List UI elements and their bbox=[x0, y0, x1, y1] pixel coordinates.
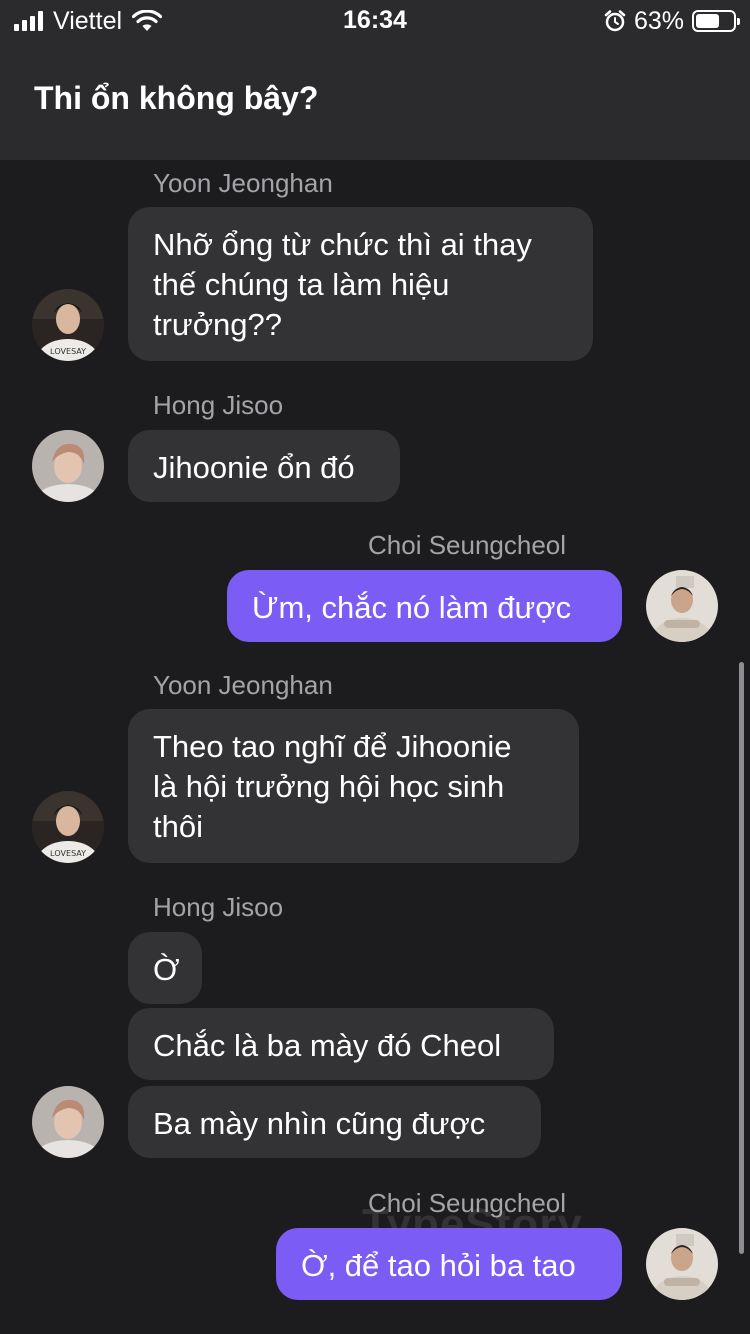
message-bubble[interactable]: Jihoonie ổn đó bbox=[128, 430, 400, 502]
sender-name: Hong Jisoo bbox=[153, 892, 284, 922]
avatar-choi-seungcheol[interactable] bbox=[646, 1228, 718, 1300]
svg-text:ᒪOVESAY: ᒪOVESAY bbox=[50, 849, 86, 858]
scrollbar[interactable] bbox=[739, 662, 744, 1254]
message-bubble[interactable]: Ờ bbox=[128, 932, 202, 1004]
message-text-line: trưởng?? bbox=[153, 307, 282, 342]
avatar-yoon-jeonghan[interactable]: ᒪOVESAY bbox=[32, 289, 104, 361]
avatar-hong-jisoo[interactable] bbox=[32, 1086, 104, 1158]
message-bubble[interactable]: Nhỡ ổng từ chức thì ai thay thế chúng ta… bbox=[128, 207, 593, 361]
chat-title: Thi ổn không bây? bbox=[34, 80, 319, 116]
avatar-hong-jisoo[interactable] bbox=[32, 430, 104, 502]
sender-name: Choi Seungcheol bbox=[368, 530, 567, 560]
svg-text:ᒪOVESAY: ᒪOVESAY bbox=[50, 347, 86, 356]
status-bar: Viettel 16:34 63% bbox=[0, 0, 750, 42]
avatar-choi-seungcheol[interactable] bbox=[646, 570, 718, 642]
my-message-bubble[interactable]: Ờ, để tao hỏi ba tao bbox=[276, 1228, 622, 1300]
message-bubble[interactable]: Chắc là ba mày đó Cheol bbox=[128, 1008, 554, 1080]
sender-name: Yoon Jeonghan bbox=[153, 670, 333, 700]
sender-name: Yoon Jeonghan bbox=[153, 168, 333, 198]
battery-percentage: 63% bbox=[633, 6, 684, 35]
message-text-line: thôi bbox=[153, 809, 203, 844]
chat-screen: Viettel 16:34 63% Thi ổn không bây? Yoon… bbox=[0, 0, 750, 1334]
message-text-line: là hội trưởng hội học sinh bbox=[153, 769, 505, 804]
my-message-bubble[interactable]: Ừm, chắc nó làm được bbox=[227, 570, 622, 642]
message-text-line: Theo tao nghĩ để Jihoonie bbox=[153, 729, 512, 764]
message-text-line: Nhỡ ổng từ chức thì ai thay bbox=[153, 227, 532, 262]
message-bubble[interactable]: Ba mày nhìn cũng được bbox=[128, 1086, 541, 1158]
avatar-yoon-jeonghan[interactable]: ᒪOVESAY bbox=[32, 791, 104, 863]
message-bubble[interactable]: Theo tao nghĩ để Jihoonie là hội trưởng … bbox=[128, 709, 579, 863]
message-text-line: thế chúng ta làm hiệu bbox=[153, 267, 450, 302]
chat-header: Thi ổn không bây? bbox=[0, 42, 750, 160]
alarm-icon bbox=[604, 10, 626, 32]
battery-icon bbox=[692, 10, 740, 32]
sender-name: Hong Jisoo bbox=[153, 390, 284, 420]
